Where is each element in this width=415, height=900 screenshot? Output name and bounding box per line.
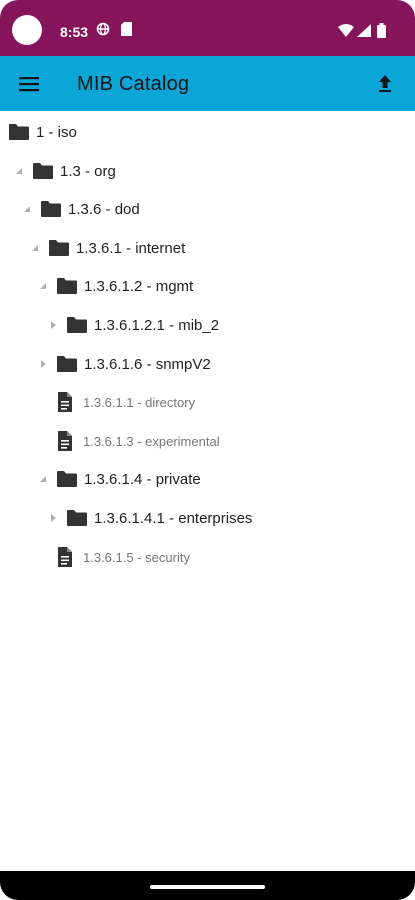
tree-folder-row[interactable]: 1.3.6.1 - internet — [30, 231, 185, 265]
tree-node-label: 1 - iso — [36, 123, 77, 141]
tree-folder-row[interactable]: 1.3.6.1.4.1 - enterprises — [48, 501, 252, 535]
signal-icon — [357, 24, 371, 42]
wifi-icon — [338, 24, 354, 42]
folder-icon — [56, 355, 78, 373]
folder-icon — [66, 316, 88, 334]
battery-icon — [377, 23, 386, 43]
expanded-arrow-icon[interactable] — [38, 279, 48, 293]
tree-node-label: 1.3.6.1.6 - snmpV2 — [84, 355, 211, 373]
phone-screen: 8:53 MIB Catalog 1 - iso 1.3 - org 1.3.6 -… — [0, 0, 415, 900]
menu-icon[interactable] — [14, 69, 44, 99]
expanded-arrow-icon[interactable] — [38, 472, 48, 486]
arrow-spacer — [38, 434, 48, 448]
tree-node-label: 1.3.6.1.2.1 - mib_2 — [94, 316, 220, 334]
folder-icon — [32, 162, 54, 180]
system-nav-bar — [0, 871, 415, 900]
folder-icon — [48, 239, 70, 257]
arrow-spacer — [38, 550, 48, 564]
expanded-arrow-icon[interactable] — [22, 202, 32, 216]
file-icon — [56, 430, 74, 452]
camera-cutout — [12, 15, 42, 45]
upload-icon[interactable] — [370, 69, 400, 99]
tree-folder-row[interactable]: 1.3.6 - dod — [22, 192, 140, 226]
tree-file-row[interactable]: 1.3.6.1.1 - directory — [38, 385, 195, 419]
status-bar: 8:53 — [0, 0, 415, 56]
tree-node-label: 1.3.6.1.1 - directory — [83, 394, 195, 410]
app-bar: MIB Catalog — [0, 56, 415, 111]
collapsed-arrow-icon[interactable] — [48, 511, 58, 525]
expanded-arrow-icon[interactable] — [30, 241, 40, 255]
tree-folder-row[interactable]: 1 - iso — [8, 115, 77, 149]
tree-node-label: 1.3 - org — [60, 162, 116, 180]
expanded-arrow-icon[interactable] — [14, 164, 24, 178]
tree-folder-row[interactable]: 1.3.6.1.2.1 - mib_2 — [48, 308, 219, 342]
tree-node-label: 1.3.6.1.2 - mgmt — [84, 277, 194, 295]
tree-file-row[interactable]: 1.3.6.1.3 - experimental — [38, 424, 220, 458]
globe-icon — [96, 22, 110, 41]
mib-tree: 1 - iso 1.3 - org 1.3.6 - dod 1.3.6.1 - int… — [0, 111, 415, 871]
tree-folder-row[interactable]: 1.3.6.1.2 - mgmt — [38, 269, 193, 303]
tree-node-label: 1.3.6.1.4 - private — [84, 470, 201, 488]
tree-file-row[interactable]: 1.3.6.1.5 - security — [38, 540, 190, 574]
tree-node-label: 1.3.6.1.3 - experimental — [83, 433, 220, 449]
home-gesture-handle[interactable] — [150, 885, 265, 889]
folder-icon — [40, 200, 62, 218]
tree-folder-row[interactable]: 1.3.6.1.6 - snmpV2 — [38, 347, 211, 381]
folder-icon — [56, 470, 78, 488]
tree-node-label: 1.3.6.1 - internet — [76, 239, 186, 257]
sim-icon — [121, 22, 132, 41]
arrow-spacer — [38, 395, 48, 409]
tree-node-label: 1.3.6 - dod — [68, 200, 140, 218]
tree-node-label: 1.3.6.1.4.1 - enterprises — [94, 509, 253, 527]
file-icon — [56, 391, 74, 413]
tree-folder-row[interactable]: 1.3 - org — [14, 154, 116, 188]
folder-icon — [56, 277, 78, 295]
tree-node-label: 1.3.6.1.5 - security — [83, 549, 190, 565]
app-title: MIB Catalog — [77, 73, 190, 95]
status-time: 8:53 — [60, 24, 89, 40]
folder-icon — [8, 123, 30, 141]
folder-icon — [66, 509, 88, 527]
collapsed-arrow-icon[interactable] — [38, 357, 48, 371]
tree-folder-row[interactable]: 1.3.6.1.4 - private — [38, 462, 201, 496]
collapsed-arrow-icon[interactable] — [48, 318, 58, 332]
file-icon — [56, 546, 74, 568]
